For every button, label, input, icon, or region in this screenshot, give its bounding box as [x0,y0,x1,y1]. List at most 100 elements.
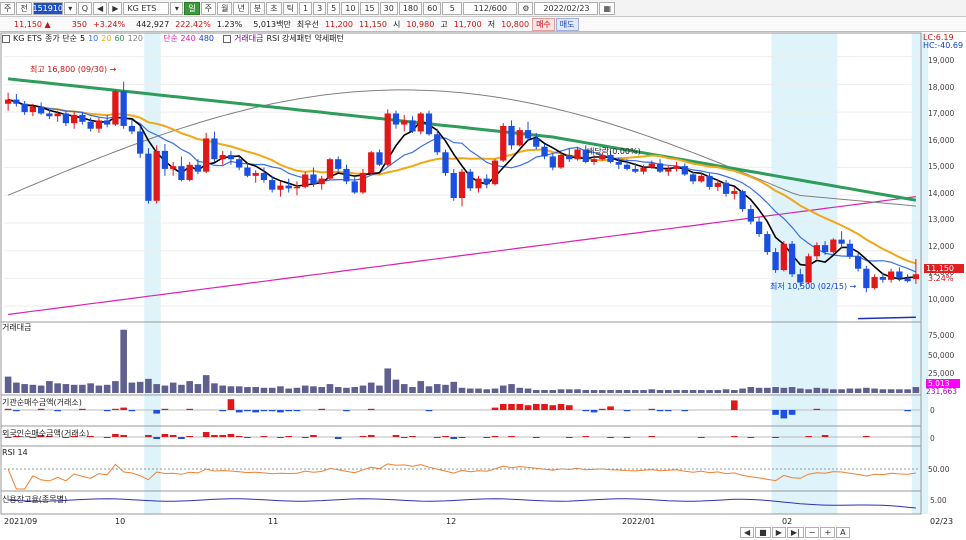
nav-button-3[interactable]: ▶| [786,527,804,538]
inst-bar-65 [541,404,548,410]
volume-bar-32 [268,387,276,393]
inst-bar-82 [681,410,689,412]
foreign-bar-43 [359,436,367,437]
volume-bar-106 [879,389,887,393]
candle-body-65 [541,146,548,157]
volume-bar-97 [805,389,812,393]
foreign-bar-31 [260,436,268,437]
candle-body-36 [302,174,309,187]
inst-bar-6 [54,410,61,412]
highlight-zone-0 [144,33,161,514]
nav-button-0[interactable]: ◀ [740,527,755,538]
candle-body-25 [211,138,218,160]
volume-bar-98 [813,387,821,393]
nav-button-4[interactable]: − [804,527,820,538]
candle-body-37 [310,174,317,185]
candle-body-93 [772,252,779,271]
candle-body-9 [79,114,86,122]
volume-bar-53 [442,384,449,393]
candle-body-109 [904,278,911,282]
volume-bar-22 [186,381,193,393]
inst-bar-59 [491,407,499,410]
nav-button-2[interactable]: ▶ [771,527,786,538]
candle-body-95 [788,243,796,275]
foreign-bar-21 [178,437,185,439]
inst-bar-98 [813,408,821,410]
candle-body-3 [29,106,37,113]
credit-axis: 5.00 [930,496,947,505]
candle-body-83 [689,174,697,182]
chart-canvas[interactable] [0,0,966,540]
volume-bar-1 [13,382,20,393]
volume-bar-33 [277,386,284,393]
inst-bar-33 [277,410,284,413]
price-tag-pct: 3.24% [928,274,954,283]
volume-bar-67 [557,389,565,393]
volume-bar-14 [120,329,127,393]
volume-bar-39 [326,384,334,393]
volume-axis-25k: 25,000 [928,369,955,378]
credit-panel-title: 신용잔고율(종목별) [2,495,68,504]
foreign-bar-88 [731,436,738,437]
foreign-bar-13 [112,434,119,437]
candle-body-105 [871,277,878,289]
foreign-bar-90 [747,437,755,438]
candle-body-98 [813,245,820,257]
volume-bar-16 [136,381,144,393]
nav-button-6[interactable]: A [836,527,850,538]
inst-bar-9 [79,408,86,410]
volume-bar-15 [128,382,136,393]
inst-bar-4 [37,408,45,410]
foreign-bar-97 [805,436,812,437]
volume-bar-77 [640,390,647,393]
candle-body-85 [706,175,713,187]
candle-body-57 [475,178,482,189]
candle-body-79 [656,163,664,172]
volume-bar-26 [219,385,226,393]
foreign-bar-22 [186,436,193,437]
volume-bar-83 [689,390,697,393]
volume-bar-31 [260,387,268,393]
volume-bar-18 [153,384,160,393]
candle-body-67 [557,155,565,168]
foreign-bar-27 [227,434,235,437]
candle-body-21 [178,166,185,180]
inst-bar-93 [772,410,779,415]
candle-body-58 [483,178,490,185]
candle-body-5 [46,113,53,117]
nav-button-5[interactable]: + [820,527,836,538]
price-tag: 11,150 [924,264,964,273]
candle-body-34 [285,185,292,189]
inst-panel-title: 기관순매수금액(거래소) [2,398,82,407]
candle-body-31 [260,173,268,180]
candle-body-22 [186,164,193,180]
candle-body-14 [120,91,127,126]
date-axis-label-1: 10 [115,517,126,526]
volume-bar-25 [211,383,218,393]
candle-body-6 [54,113,61,117]
volume-bar-47 [392,379,400,393]
volume-bar-81 [673,390,680,393]
candle-body-107 [887,271,895,280]
inst-bar-15 [128,410,136,412]
volume-bar-21 [178,384,185,393]
foreign-bar-52 [433,437,441,438]
candle-body-91 [755,221,763,235]
foreign-bar-28 [235,436,243,437]
candle-body-10 [87,121,94,129]
candle-body-15 [128,125,136,132]
candle-body-62 [516,130,523,146]
volume-bar-38 [318,387,326,393]
volume-bar-78 [648,389,656,393]
candle-body-4 [37,106,45,114]
nav-button-1[interactable]: ■ [755,527,771,538]
inst-bar-71 [590,410,598,413]
candle-body-80 [665,168,672,172]
volume-bar-99 [821,388,829,393]
volume-axis-75k: 75,000 [928,331,955,340]
foreign-bar-55 [458,437,466,438]
candle-body-41 [343,168,350,182]
candle-body-27 [227,155,235,160]
candle-body-103 [854,256,862,269]
candle-body-39 [326,159,334,179]
